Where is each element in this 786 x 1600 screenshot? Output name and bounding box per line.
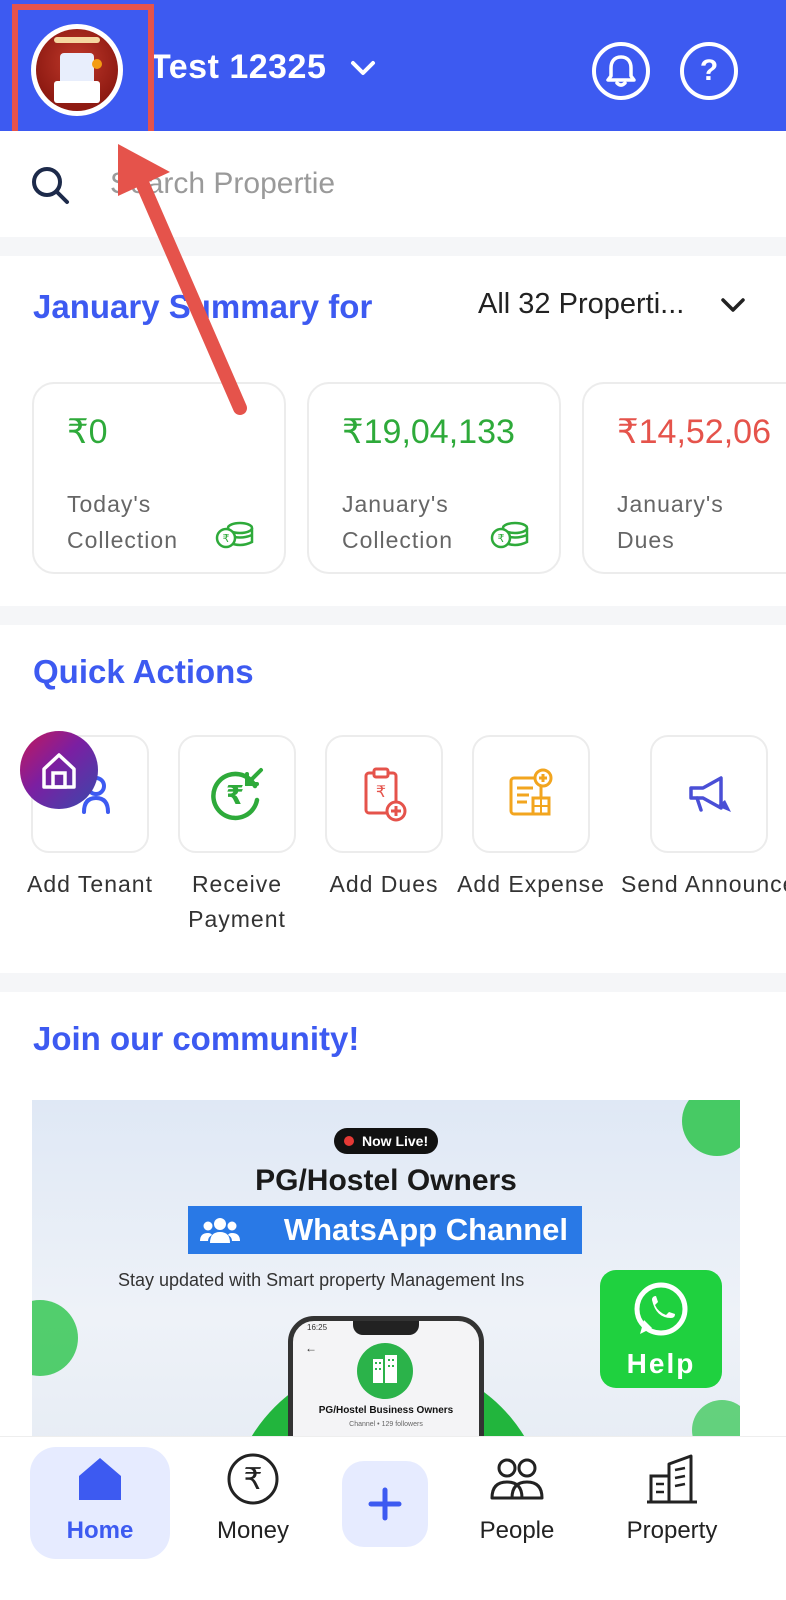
annotation-arrow — [118, 144, 247, 415]
